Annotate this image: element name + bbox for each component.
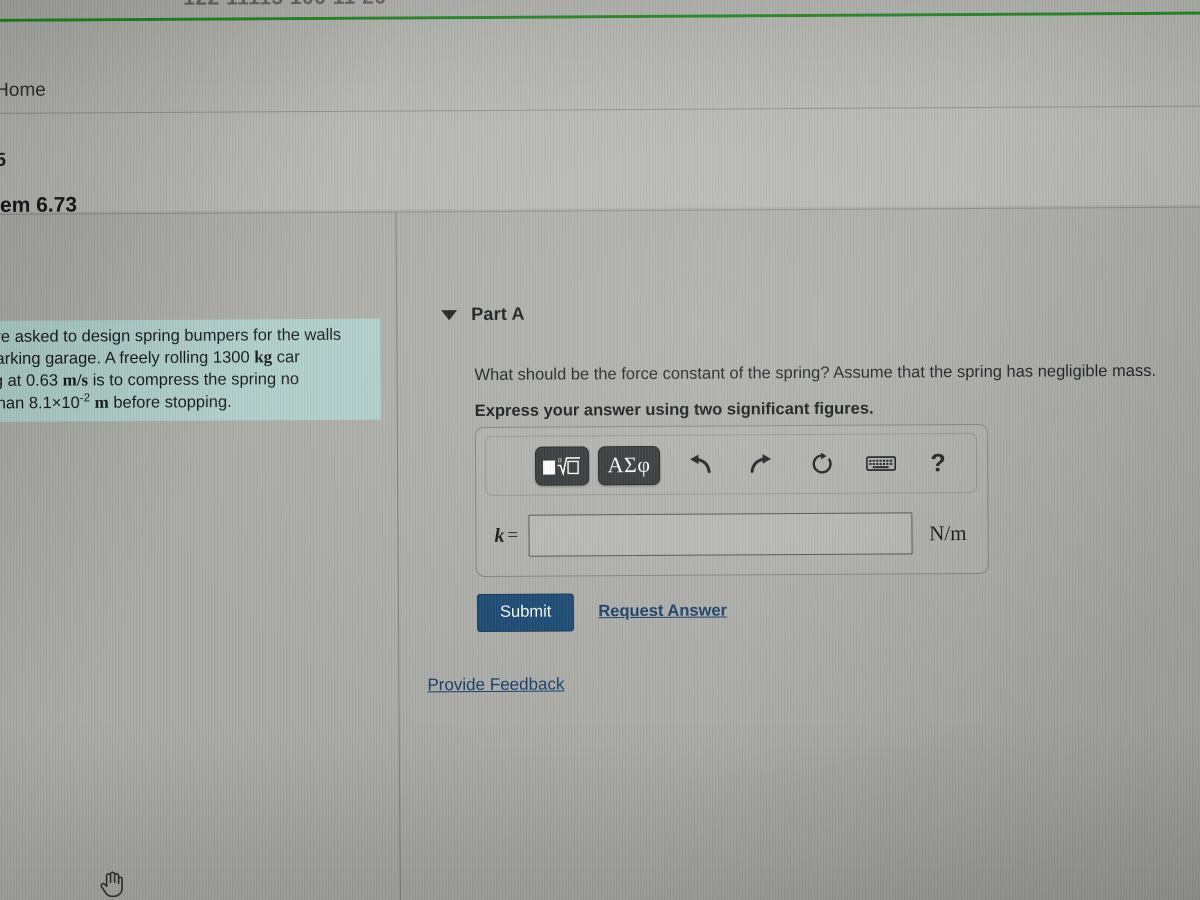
help-glyph: ? bbox=[930, 448, 946, 477]
part-header[interactable]: Part A bbox=[441, 304, 525, 326]
part-a-column: Part A What should be the force constant… bbox=[396, 208, 1200, 900]
problem-statement-line-2: f a parking garage. A freely rolling 130… bbox=[0, 346, 372, 370]
truncated-chrome-text: 122 11115 100 11 20 bbox=[183, 0, 387, 11]
unit-m: m bbox=[94, 392, 109, 412]
masthead: se Home W 5 oblem 6.73 bbox=[0, 14, 1200, 217]
part-label: Part A bbox=[471, 303, 525, 325]
svg-text:0: 0 bbox=[558, 457, 562, 465]
answer-input[interactable] bbox=[528, 512, 913, 557]
statement-text-1: ou are asked to design spring bumpers fo… bbox=[0, 325, 342, 347]
statement-text-4b: before stopping. bbox=[108, 392, 232, 412]
question-text: What should be the force constant of the… bbox=[474, 361, 1157, 385]
statement-text-2a: f a parking garage. A freely rolling 130… bbox=[0, 348, 250, 368]
breadcrumb-course-home[interactable]: se Home bbox=[0, 80, 46, 102]
greek-symbols-label: ΑΣφ bbox=[607, 451, 651, 478]
equals-sign: = bbox=[507, 524, 519, 546]
problem-statement-line-1: ou are asked to design spring bumpers fo… bbox=[0, 325, 372, 348]
redo-icon[interactable] bbox=[744, 447, 778, 481]
browser-page: 122 11115 100 11 20 se Home W 5 oblem 6.… bbox=[0, 0, 1200, 900]
statement-text-2b: car bbox=[272, 348, 300, 367]
answer-actions: Submit Request Answer bbox=[476, 592, 727, 632]
math-toolbar: 0 ΑΣφ ? bbox=[484, 432, 978, 496]
greek-symbols-button[interactable]: ΑΣφ bbox=[597, 445, 661, 485]
photographed-screen: 122 11115 100 11 20 se Home W 5 oblem 6.… bbox=[0, 0, 1200, 900]
chevron-down-icon[interactable] bbox=[441, 309, 458, 320]
variable-label: k bbox=[494, 524, 505, 547]
math-template-button[interactable]: 0 bbox=[534, 445, 590, 486]
masthead-divider-top bbox=[0, 105, 1200, 115]
assignment-title: W 5 bbox=[0, 149, 7, 171]
reset-icon[interactable] bbox=[805, 447, 839, 481]
statement-text-3b: is to compress the spring no bbox=[88, 370, 300, 390]
answer-panel: 0 ΑΣφ ? k = N/m bbox=[474, 423, 989, 578]
undo-icon[interactable] bbox=[683, 448, 717, 482]
problem-statement-highlight: ou are asked to design spring bumpers fo… bbox=[0, 318, 381, 423]
keyboard-icon[interactable] bbox=[864, 446, 898, 480]
problem-statement-column: ou are asked to design spring bumpers fo… bbox=[0, 213, 400, 900]
request-answer-link[interactable]: Request Answer bbox=[598, 602, 727, 622]
hand-pointer-cursor bbox=[100, 871, 123, 898]
submit-button[interactable]: Submit bbox=[476, 593, 575, 632]
statement-text-3a: oving at 0.63 bbox=[0, 371, 59, 391]
unit-kg: kg bbox=[254, 347, 273, 367]
answer-instruction: Express your answer using two significan… bbox=[474, 399, 874, 421]
unit-m-per-s: m/s bbox=[62, 370, 89, 390]
unit-label: N/m bbox=[929, 520, 967, 545]
problem-statement-line-3: oving at 0.63 m/s is to compress the spr… bbox=[0, 368, 373, 392]
nth-root-icon: 0 bbox=[543, 457, 581, 477]
provide-feedback-link[interactable]: Provide Feedback bbox=[427, 674, 564, 695]
answer-input-row: k = N/m bbox=[476, 507, 989, 562]
exponent-value: -2 bbox=[79, 392, 90, 405]
problem-statement-line-4: ore than 8.1×10-2 m before stopping. bbox=[0, 390, 373, 415]
help-icon[interactable]: ? bbox=[921, 446, 955, 480]
statement-text-4a: ore than 8.1×10 bbox=[0, 393, 80, 413]
